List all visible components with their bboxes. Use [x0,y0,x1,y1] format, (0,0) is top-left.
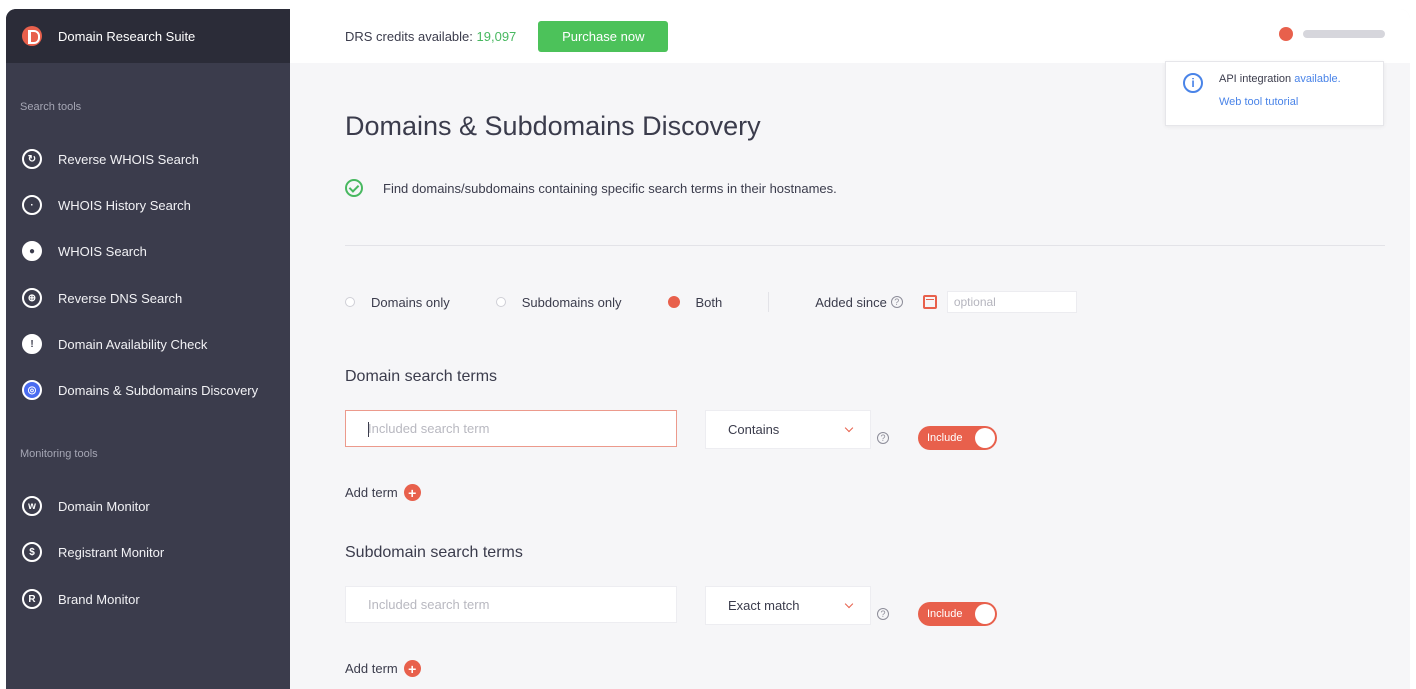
subdomain-include-toggle[interactable]: Include [918,602,997,626]
api-integration-label: API integration [1219,73,1292,85]
sidebar-item-domain-availability[interactable]: ! Domain Availability Check [6,327,290,361]
domain-match-select[interactable]: Contains [705,410,871,449]
discovery-icon: ◎ [22,380,42,400]
www-icon: w [22,496,42,516]
plus-icon: + [403,660,421,677]
added-since-label: Added since [815,294,887,310]
sidebar-item-reverse-whois[interactable]: ↻ Reverse WHOIS Search [6,142,290,176]
radio-label: Subdomains only [521,294,622,310]
plus-icon: + [403,484,421,501]
subdomain-match-select[interactable]: Exact match [705,586,871,625]
toggle-knob [975,604,995,624]
radio-dot [495,297,506,307]
radio-label: Domains only [371,294,450,310]
chevron-down-icon [844,599,854,609]
check-circle-icon [345,179,363,197]
reverse-whois-icon: ↻ [22,149,42,169]
radio-both[interactable]: Both [667,292,770,312]
help-icon[interactable]: ? [877,432,889,444]
api-info-popover: i API integration available. Web tool tu… [1165,61,1384,126]
globe-icon: ⊕ [22,288,42,308]
help-icon[interactable]: ? [877,608,889,620]
domain-search-term-input[interactable]: Included search term [345,410,677,447]
sidebar-item-whois-search[interactable]: ● WHOIS Search [6,234,290,268]
help-icon[interactable]: ? [890,296,903,308]
sidebar-item-label: Domains & Subdomains Discovery [58,382,259,398]
registrant-icon: $ [22,542,42,562]
sidebar-item-label: WHOIS Search [58,243,147,259]
web-tool-tutorial-link[interactable]: Web tool tutorial [1219,96,1298,108]
toggle-knob [975,428,995,448]
sidebar-item-domains-subdomains-discovery[interactable]: ◎ Domains & Subdomains Discovery [6,373,290,407]
sidebar-item-domain-monitor[interactable]: w Domain Monitor [6,489,290,523]
app-window: Domain Research Suite Search tools ↻ Rev… [6,9,1410,689]
user-circle-icon: ● [22,241,42,261]
divider [345,245,1385,246]
sidebar-item-label: Brand Monitor [58,591,140,607]
sidebar-item-brand-monitor[interactable]: R Brand Monitor [6,582,290,616]
subdomain-search-terms-title: Subdomain search terms [345,544,523,561]
user-name-redacted [1303,30,1385,38]
select-value: Exact match [728,598,800,613]
sidebar-item-whois-history[interactable]: · WHOIS History Search [6,188,290,222]
radio-dot-selected [667,296,680,308]
radio-dot [345,297,355,307]
credits-value: 19,097 [476,28,517,44]
api-available-link[interactable]: available. [1294,73,1340,85]
select-value: Contains [728,422,780,437]
main-content: Domains & Subdomains Discovery Find doma… [290,63,1410,689]
description: Find domains/subdomains containing speci… [345,179,837,197]
sidebar-item-label: Domain Monitor [58,498,150,514]
purchase-button[interactable]: Purchase now [538,20,669,52]
filter-row: Domains only Subdomains only Both Added … [345,291,1077,313]
availability-icon: ! [22,334,42,354]
toggle-label: Include [927,432,963,444]
monitoring-tools-heading: Monitoring tools [20,448,98,460]
chevron-down-icon [844,423,854,433]
brand-icon: R [22,589,42,609]
subdomain-add-term-button[interactable]: Add term + [345,660,421,677]
radio-domains-only[interactable]: Domains only [345,295,450,310]
radio-subdomains-only[interactable]: Subdomains only [495,294,622,310]
app-title: Domain Research Suite [58,28,196,44]
sidebar-item-label: Reverse WHOIS Search [58,151,199,167]
add-term-label: Add term [345,485,398,500]
search-tools-heading: Search tools [20,101,82,113]
sidebar-item-label: Registrant Monitor [58,544,165,560]
sidebar-item-label: Domain Availability Check [58,336,208,352]
page-title: Domains & Subdomains Discovery [345,111,761,141]
credits-label: DRS credits available: [345,28,473,44]
sidebar-item-label: Reverse DNS Search [58,290,183,306]
toggle-label: Include [927,608,963,620]
radio-label: Both [695,294,723,310]
calendar-icon[interactable] [922,295,937,309]
sidebar-item-registrant-monitor[interactable]: $ Registrant Monitor [6,535,290,569]
user-icon [1279,27,1293,41]
description-text: Find domains/subdomains containing speci… [383,180,837,196]
top-bar: DRS credits available: 19,097 Purchase n… [290,9,1410,63]
subdomain-search-term-input[interactable]: Included search term [345,586,677,623]
history-icon: · [22,195,42,215]
domain-add-term-button[interactable]: Add term + [345,484,421,501]
api-integration-text: API integration available. [1219,73,1341,85]
added-since-date-input[interactable]: optional [946,291,1077,313]
domain-search-terms-title: Domain search terms [345,368,498,385]
logo-icon [22,26,42,46]
sidebar: Domain Research Suite Search tools ↻ Rev… [6,9,290,689]
sidebar-item-label: WHOIS History Search [58,197,191,213]
sidebar-item-reverse-dns[interactable]: ⊕ Reverse DNS Search [6,281,290,315]
domain-include-toggle[interactable]: Include [918,426,997,450]
sidebar-header: Domain Research Suite [6,9,290,63]
user-menu[interactable] [1279,27,1385,41]
add-term-label: Add term [345,661,398,676]
info-icon: i [1183,73,1203,93]
credits-text: DRS credits available: 19,097 [345,29,516,44]
